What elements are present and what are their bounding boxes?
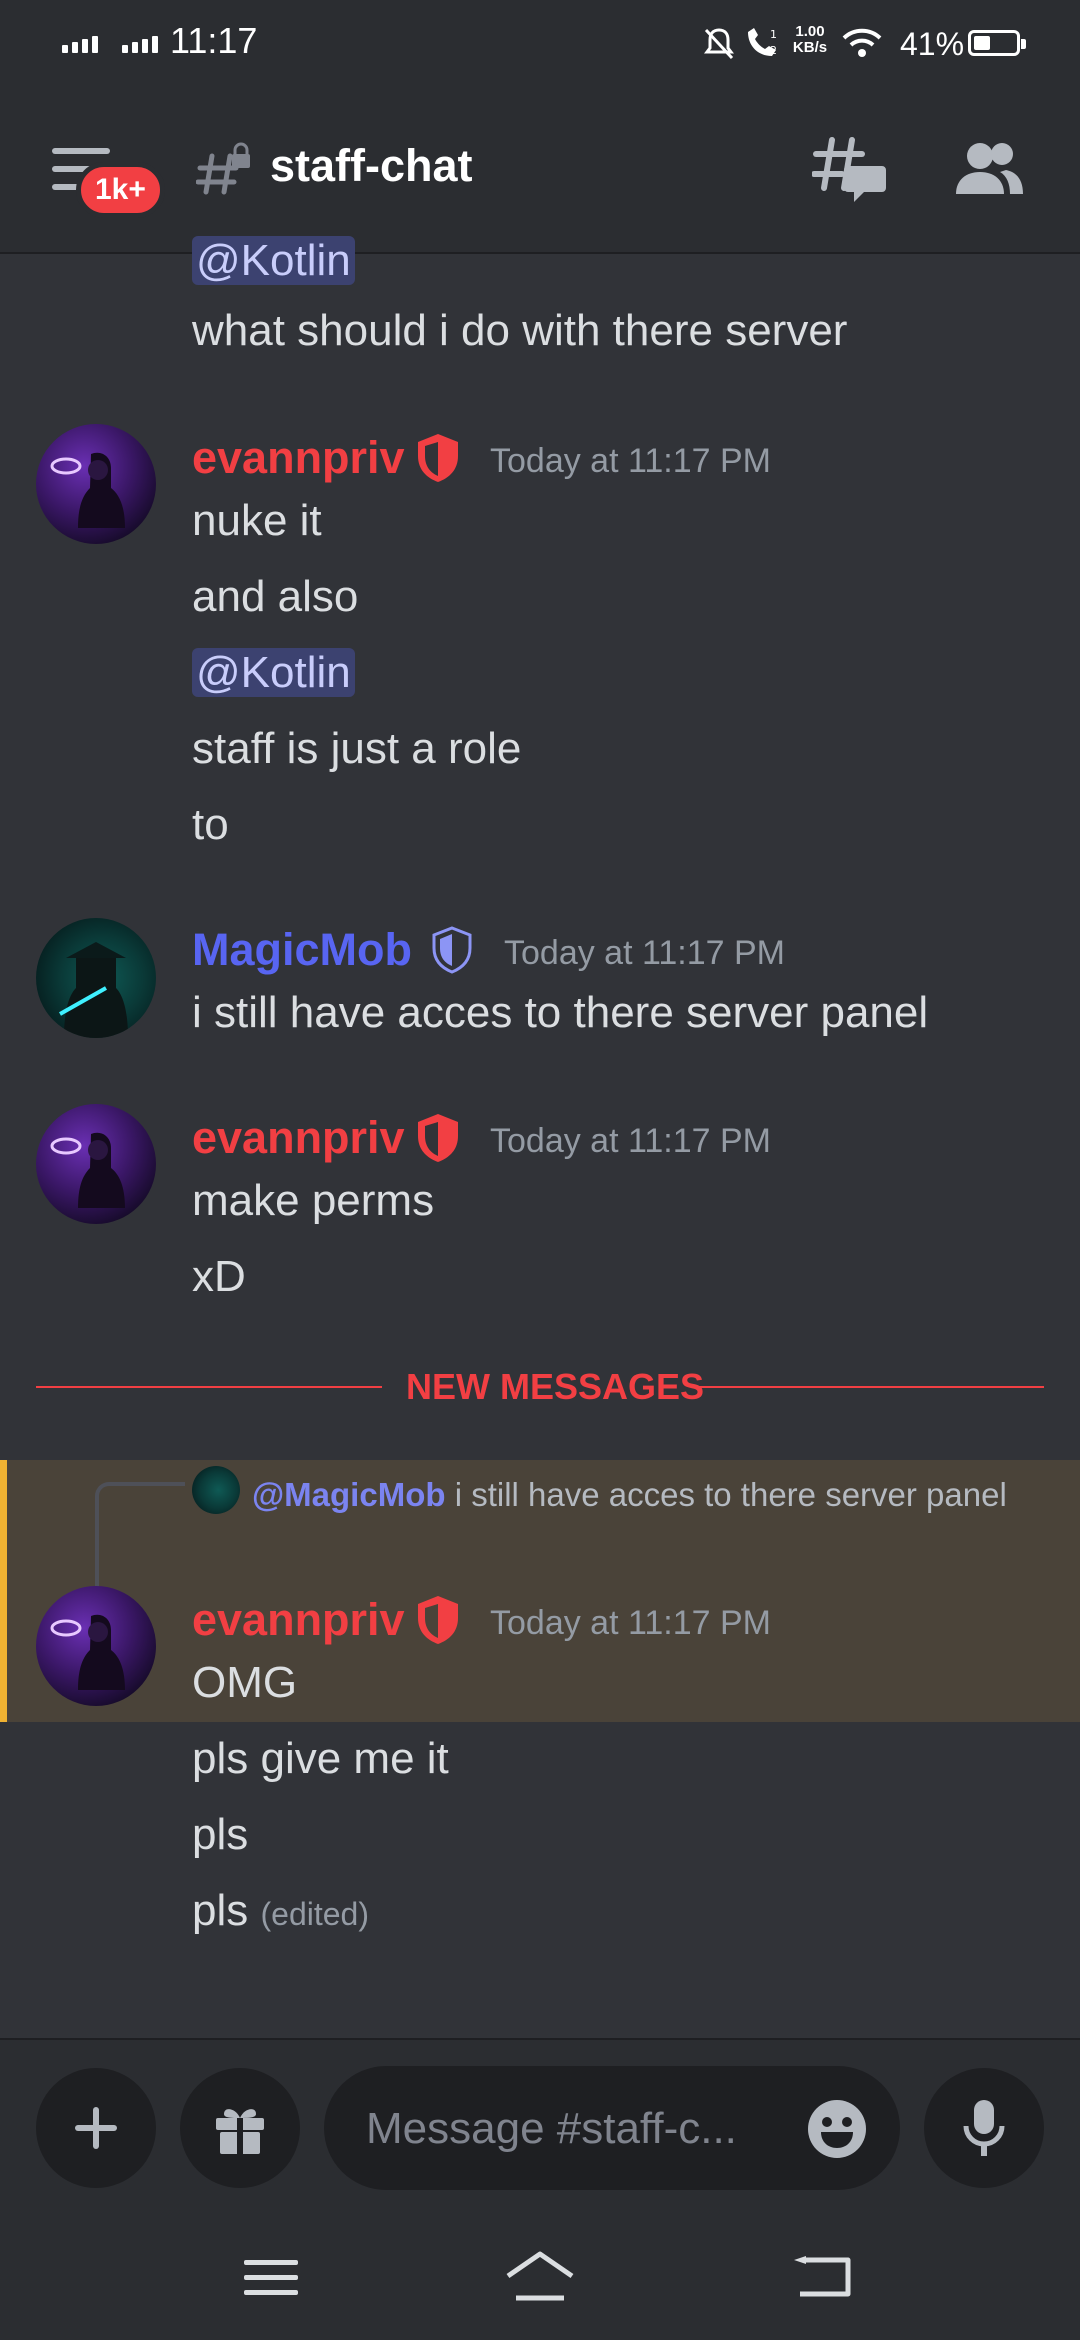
username[interactable]: evannpriv bbox=[192, 432, 405, 484]
gift-icon bbox=[216, 2109, 264, 2154]
channel-title: staff-chat bbox=[270, 140, 473, 191]
user-mention[interactable]: @Kotlin bbox=[192, 236, 355, 285]
role-shield-icon bbox=[432, 926, 472, 974]
voice-message-button[interactable] bbox=[924, 2068, 1044, 2188]
reply-preview-text: i still have acces to there server panel bbox=[454, 1476, 1007, 1513]
reply-mention[interactable]: @MagicMob bbox=[252, 1476, 446, 1513]
message-line: pls give me it bbox=[192, 1734, 449, 1783]
emoji-icon[interactable] bbox=[806, 2098, 868, 2160]
timestamp: Today at 11:17 PM bbox=[490, 442, 771, 480]
message-line-text: pls bbox=[192, 1886, 249, 1935]
svg-text:1: 1 bbox=[770, 28, 777, 41]
message-input-container bbox=[324, 2066, 900, 2190]
new-messages-divider-right bbox=[698, 1386, 1044, 1388]
reply-preview[interactable]: @MagicMob i still have acces to there se… bbox=[192, 1470, 1012, 1520]
message-line: i still have acces to there server panel bbox=[192, 988, 929, 1037]
new-messages-label: NEW MESSAGES bbox=[406, 1366, 705, 1407]
signal-icon-1 bbox=[62, 36, 98, 53]
mute-notifications-icon bbox=[704, 28, 734, 60]
gift-button[interactable] bbox=[180, 2068, 300, 2188]
message-line: nuke it bbox=[192, 496, 322, 545]
message-line: @Kotlin bbox=[192, 648, 355, 698]
signal-icon-2 bbox=[122, 36, 158, 53]
avatar[interactable] bbox=[36, 1104, 156, 1224]
role-shield-icon bbox=[418, 434, 458, 482]
message-line: and also bbox=[192, 572, 359, 621]
threads-icon[interactable] bbox=[812, 136, 886, 202]
locked-channel-icon bbox=[196, 142, 250, 195]
avatar[interactable] bbox=[36, 424, 156, 544]
add-attachment-button[interactable] bbox=[36, 2068, 156, 2188]
plus-icon bbox=[75, 2107, 117, 2149]
username[interactable]: MagicMob bbox=[192, 924, 412, 976]
username[interactable]: evannpriv bbox=[192, 1112, 405, 1164]
avatar[interactable] bbox=[36, 918, 156, 1038]
role-shield-icon bbox=[418, 1596, 458, 1644]
message-line: @Kotlin bbox=[192, 236, 355, 286]
battery-fill bbox=[974, 36, 990, 50]
edited-label: (edited) bbox=[260, 1896, 369, 1932]
battery-icon bbox=[968, 30, 1026, 56]
timestamp: Today at 11:17 PM bbox=[490, 1122, 771, 1160]
message-line: pls (edited) bbox=[192, 1886, 369, 1936]
message-line: pls bbox=[192, 1810, 249, 1859]
channel-header: 1k+ staff-chat bbox=[0, 90, 1080, 254]
wifi-calling-icon: 1 2 bbox=[748, 28, 777, 57]
battery-percent: 41% bbox=[900, 26, 965, 62]
avatar-image bbox=[50, 1614, 125, 1690]
user-mention[interactable]: @Kotlin bbox=[192, 648, 355, 697]
system-nav-bar bbox=[0, 2220, 1080, 2340]
avatar[interactable] bbox=[36, 1586, 156, 1706]
role-shield-icon bbox=[418, 1114, 458, 1162]
home-icon[interactable] bbox=[504, 2250, 576, 2302]
recent-apps-icon[interactable] bbox=[244, 2258, 298, 2298]
back-icon[interactable] bbox=[792, 2254, 854, 2300]
timestamp: Today at 11:17 PM bbox=[490, 1604, 771, 1642]
status-time: 11:17 bbox=[170, 20, 258, 61]
timestamp: Today at 11:17 PM bbox=[504, 934, 785, 972]
status-bar: 11:17 1 2 1.00 KB/s 41% bbox=[0, 0, 1080, 90]
wifi-icon bbox=[842, 28, 882, 57]
new-messages-divider-left bbox=[36, 1386, 382, 1388]
message-line: to bbox=[192, 800, 229, 849]
message-line: what should i do with there server bbox=[192, 306, 848, 355]
avatar-image bbox=[50, 1132, 125, 1208]
avatar-image bbox=[50, 452, 125, 528]
message-input[interactable] bbox=[364, 2096, 788, 2162]
network-speed: 1.00 KB/s bbox=[792, 23, 828, 56]
avatar-image bbox=[59, 942, 128, 1038]
message-line: staff is just a role bbox=[192, 724, 522, 773]
message-line: xD bbox=[192, 1252, 246, 1301]
message-line: OMG bbox=[192, 1658, 298, 1707]
svg-text:2: 2 bbox=[770, 44, 777, 57]
notification-badge: 1k+ bbox=[76, 162, 165, 218]
message-line: make perms bbox=[192, 1176, 435, 1225]
mention-highlight-bar bbox=[0, 1460, 7, 1722]
reply-connector bbox=[95, 1482, 185, 1592]
microphone-icon bbox=[963, 2100, 1005, 2156]
username[interactable]: evannpriv bbox=[192, 1594, 405, 1646]
members-icon[interactable] bbox=[954, 140, 1024, 196]
